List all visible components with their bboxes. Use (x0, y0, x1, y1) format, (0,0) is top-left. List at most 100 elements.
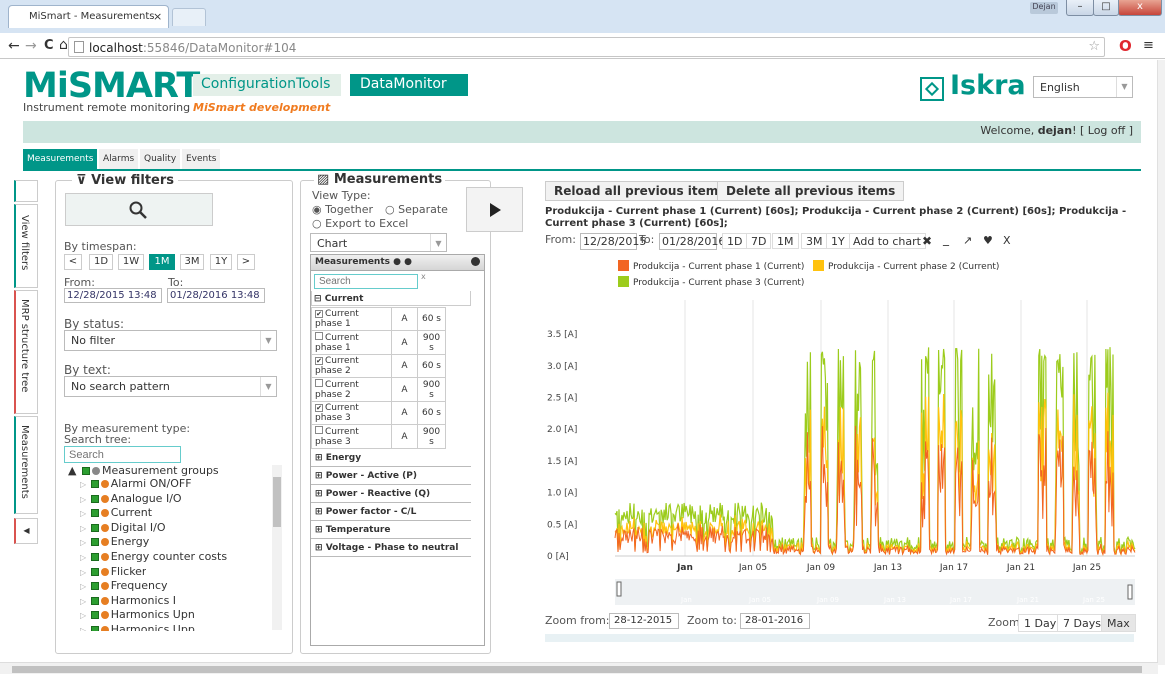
close-chart-icon[interactable]: X (1003, 234, 1011, 247)
opera-icon[interactable]: O (1119, 37, 1132, 55)
measurement-row[interactable]: ✔ Current phase 2 A 60 s (311, 354, 446, 378)
timespan-button-2[interactable]: 1W (118, 254, 144, 270)
timespan-button-1[interactable]: 1D (89, 254, 113, 270)
chart-type-select[interactable]: Chart ▼ (310, 233, 447, 252)
row-checkbox[interactable]: Current phase 3 (311, 424, 392, 449)
reload-icon[interactable]: C (44, 38, 54, 53)
clear-search-icon[interactable]: x (421, 272, 426, 281)
side-tab-mrp-tree[interactable]: MRP structure tree (14, 290, 38, 414)
zoom-max-button[interactable]: Max (1101, 614, 1136, 632)
side-tab-view-filters[interactable]: View filters (14, 204, 38, 288)
tree-item[interactable]: ▷ Harmonics I (80, 594, 176, 608)
side-tab-blank[interactable] (14, 180, 38, 202)
row-checkbox[interactable]: Current phase 2 (311, 377, 392, 402)
row-checkbox[interactable]: ✔ Current phase 1 (311, 307, 392, 331)
measurement-group[interactable]: ⊞ Energy (311, 449, 471, 467)
range-button-1y[interactable]: 1Y (826, 233, 850, 249)
chart-to-input[interactable]: 01/28/2016 (659, 233, 725, 250)
maximize-button[interactable]: □ (1093, 0, 1119, 16)
search-button[interactable] (65, 193, 213, 226)
zoom-7days-button[interactable]: 7 Days (1057, 614, 1107, 632)
close-window-button[interactable]: x (1118, 0, 1162, 16)
browser-tab[interactable]: MiSmart - Measurements × (8, 5, 169, 28)
search-tree-input[interactable] (64, 446, 181, 463)
legend-item[interactable]: Produkcija - Current phase 1 (Current) (618, 260, 804, 272)
side-tab-measurements[interactable]: Measurements (14, 416, 38, 514)
star-icon[interactable]: ☆ (1088, 39, 1100, 54)
tree-item[interactable]: ▷ Flicker (80, 565, 146, 579)
range-button-3m[interactable]: 3M (801, 233, 828, 249)
collapse-arrow-icon[interactable]: ◀ (14, 518, 38, 544)
measurement-group[interactable]: ⊞ Power - Reactive (Q) (311, 485, 471, 503)
timespan-button-5[interactable]: 1Y (210, 254, 232, 270)
configuration-tools-button[interactable]: ConfigurationTools (193, 74, 341, 96)
heart-icon[interactable]: ♥ (983, 234, 993, 247)
measurement-group[interactable]: ⊞ Voltage - Phase to neutral (311, 539, 471, 557)
zoom-to-input[interactable]: 28-01-2016 (740, 613, 810, 629)
menu-icon[interactable]: ≡ (1143, 38, 1154, 53)
zoom-1day-button[interactable]: 1 Day (1018, 614, 1063, 632)
measurement-group[interactable]: ⊞ Temperature (311, 521, 471, 539)
home-icon[interactable]: ⌂ (59, 37, 68, 53)
range-button-1d[interactable]: 1D (722, 233, 748, 249)
chart-from-input[interactable]: 12/28/2015 (580, 233, 646, 250)
add-to-chart-button[interactable]: Add to chart (848, 233, 926, 249)
tab-quality[interactable]: Quality (140, 149, 181, 171)
export-radio[interactable]: ○ Export to Excel (312, 217, 408, 230)
measurement-row[interactable]: Current phase 1 A 900 s (311, 330, 446, 355)
legend-item[interactable]: Produkcija - Current phase 3 (Current) (618, 276, 804, 288)
tree-item[interactable]: ▷ Energy counter costs (80, 550, 227, 564)
measurement-row[interactable]: ✔ Current phase 1 A 60 s (311, 307, 446, 331)
row-checkbox[interactable]: Current phase 1 (311, 330, 392, 355)
measurement-row[interactable]: Current phase 2 A 900 s (311, 377, 446, 402)
log-off-link[interactable]: ! [ Log off ] (1072, 124, 1133, 137)
separate-radio[interactable]: ○ Separate (385, 203, 448, 216)
group-current[interactable]: ⊟ Current (311, 291, 471, 306)
expand-all-icon[interactable]: ● (393, 257, 401, 267)
tree-scrollbar[interactable] (272, 465, 282, 630)
tree-item[interactable]: ▷ Alarmi ON/OFF (80, 477, 192, 491)
back-icon[interactable]: ← (8, 38, 20, 54)
timespan-button-3[interactable]: 1M (149, 254, 175, 270)
minimize-button[interactable]: – (1066, 0, 1094, 16)
tab-close-icon[interactable]: × (153, 10, 162, 23)
popout-icon[interactable]: ↗ (963, 234, 972, 247)
measurement-row[interactable]: ✔ Current phase 3 A 60 s (311, 401, 446, 425)
range-button-7d[interactable]: 7D (746, 233, 772, 249)
timespan-button-4[interactable]: 3M (180, 254, 204, 270)
reload-previous-button[interactable]: Reload all previous items (545, 181, 735, 201)
measurement-row[interactable]: Current phase 3 A 900 s (311, 424, 446, 449)
measurement-search-input[interactable] (314, 274, 418, 289)
tree-item[interactable]: ▷ Current (80, 506, 152, 520)
tree-item[interactable]: ▷ Harmonics Upn (80, 608, 195, 622)
together-radio[interactable]: ◉ Together (312, 203, 373, 216)
tree-root[interactable]: ▲ Measurement groups (68, 464, 219, 477)
tab-alarms[interactable]: Alarms (99, 149, 139, 171)
row-checkbox[interactable]: ✔ Current phase 2 (311, 354, 392, 378)
tree-item[interactable]: ▷ Energy (80, 535, 149, 549)
navigator-background[interactable] (615, 579, 1135, 605)
range-button-1m[interactable]: 1M (772, 233, 799, 249)
language-select[interactable]: English ▼ (1033, 76, 1133, 98)
timespan-button-6[interactable]: > (237, 254, 255, 270)
status-select[interactable]: No filter ▼ (64, 330, 277, 351)
tree-item[interactable]: ▷ Digital I/O (80, 521, 165, 535)
tree-item[interactable]: ▷ Frequency (80, 579, 168, 593)
tab-events[interactable]: Events (182, 149, 221, 171)
timespan-button-0[interactable]: < (64, 254, 82, 270)
measurement-group[interactable]: ⊞ Power factor - C/L (311, 503, 471, 521)
tree-item[interactable]: ▷ Harmonics Upp (80, 623, 195, 631)
delete-previous-button[interactable]: Delete all previous items (717, 181, 905, 201)
forward-icon[interactable]: → (25, 38, 37, 54)
text-filter-select[interactable]: No search pattern ▼ (64, 376, 277, 397)
measurement-group[interactable]: ⊞ Power - Active (P) (311, 467, 471, 485)
navigator-handle-left[interactable] (616, 581, 622, 597)
navigator-handle-right[interactable] (1127, 584, 1133, 600)
to-date-input[interactable]: 01/28/2016 13:48 (167, 288, 265, 303)
collapse-all-icon[interactable]: ● (404, 257, 412, 267)
address-bar[interactable]: localhost:55846/DataMonitor#104 ☆ (68, 37, 1105, 57)
play-button[interactable] (466, 187, 523, 232)
tab-measurements[interactable]: Measurements (23, 149, 98, 171)
horizontal-scrollbar[interactable] (0, 662, 1158, 674)
excel-icon[interactable]: ✖ (922, 234, 932, 248)
